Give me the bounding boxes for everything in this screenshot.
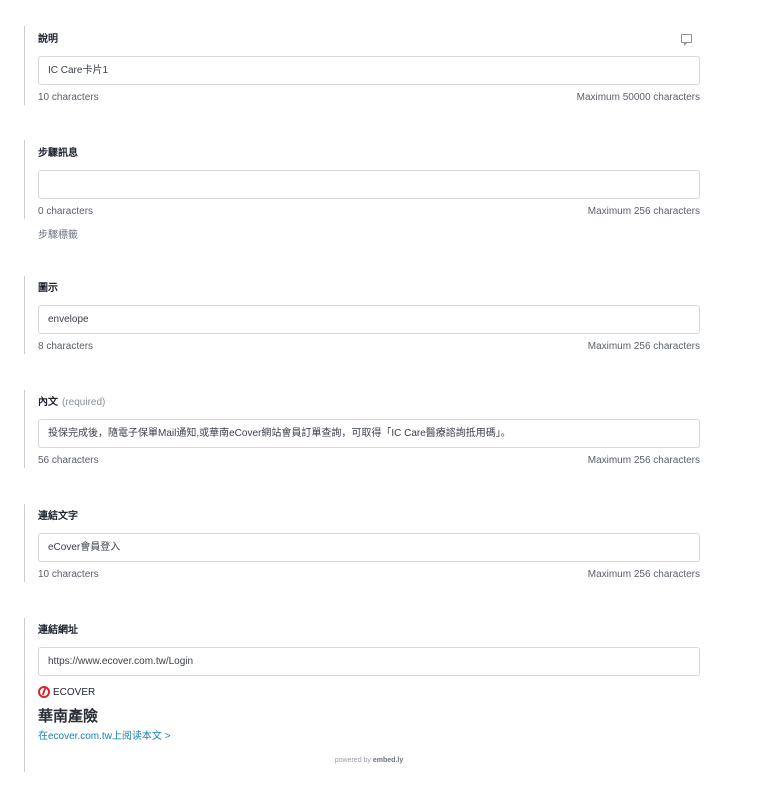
character-max: Maximum 256 characters <box>587 455 700 466</box>
character-count: 8 characters <box>38 341 94 352</box>
character-count: 10 characters <box>38 92 99 103</box>
field-meta: 0 characters Maximum 256 characters <box>38 205 700 219</box>
character-count: 56 characters <box>38 455 99 466</box>
embed-provider-name: ECOVER <box>53 686 96 698</box>
required-tag: (required) <box>62 397 106 408</box>
embed-preview: ECOVER 華南產險 在ecover.com.tw上阅读本文 > powere… <box>38 685 700 772</box>
link-text-input[interactable]: eCover會員登入 <box>38 533 700 562</box>
field-label: 內文 (required) <box>38 396 700 409</box>
field-step-message: 步驟訊息 0 characters Maximum 256 characters <box>24 140 700 219</box>
field-description: 說明 IC Care卡片1 10 characters Maximum 5000… <box>24 26 700 105</box>
comment-icon[interactable] <box>681 34 692 46</box>
field-label: 圖示 <box>38 283 58 294</box>
embed-title: 華南產險 <box>38 708 99 725</box>
character-count: 0 characters <box>38 206 94 217</box>
field-label: 連結網址 <box>38 625 78 636</box>
icon-input[interactable]: envelope <box>38 305 700 334</box>
character-max: Maximum 256 characters <box>587 569 700 580</box>
embed-powered-by: powered by embed.ly <box>38 757 700 772</box>
step-message-input[interactable] <box>38 170 700 199</box>
field-body: 內文 (required) 投保完成後，隨電子保單Mail通知,或華南eCover… <box>24 390 700 468</box>
field-label: 步驟訊息 <box>38 148 78 159</box>
powered-by-brand[interactable]: embed.ly <box>373 757 403 764</box>
embed-provider: ECOVER <box>38 685 700 699</box>
field-meta: 8 characters Maximum 256 characters <box>38 340 700 354</box>
description-input[interactable]: IC Care卡片1 <box>38 56 700 85</box>
field-link-text: 連結文字 eCover會員登入 10 characters Maximum 25… <box>24 504 700 582</box>
character-max: Maximum 256 characters <box>587 206 700 217</box>
field-help-text: 步驟標籤 <box>38 230 78 241</box>
embed-read-link[interactable]: 在ecover.com.tw上阅读本文 > <box>38 730 700 744</box>
field-meta: 56 characters Maximum 256 characters <box>38 454 700 468</box>
field-meta: 10 characters Maximum 256 characters <box>38 568 700 582</box>
powered-by-prefix: powered by <box>334 757 371 764</box>
field-meta: 10 characters Maximum 50000 characters <box>38 91 700 105</box>
character-max: Maximum 50000 characters <box>576 92 700 103</box>
field-label: 連結文字 <box>38 511 78 522</box>
field-label-text: 內文 <box>38 397 58 408</box>
ecover-logo-icon <box>38 686 50 698</box>
body-input[interactable]: 投保完成後，隨電子保單Mail通知,或華南eCover網站會員訂單查詢，可取得「… <box>38 419 700 448</box>
field-link-url: 連結網址 https://www.ecover.com.tw/Login ECO… <box>24 618 700 772</box>
field-label: 說明 <box>38 34 58 45</box>
character-count: 10 characters <box>38 569 99 580</box>
character-max: Maximum 256 characters <box>587 341 700 352</box>
field-icon: 圖示 envelope 8 characters Maximum 256 cha… <box>24 276 700 354</box>
link-url-input[interactable]: https://www.ecover.com.tw/Login <box>38 647 700 676</box>
